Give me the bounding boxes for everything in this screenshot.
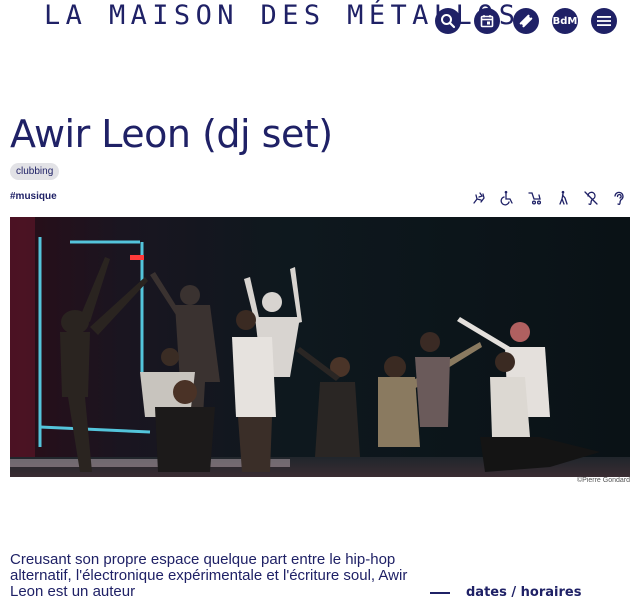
menu-icon [597,16,611,26]
category-tag[interactable]: clubbing [10,163,60,180]
event-title: Awir Leon (dj set) [10,112,333,156]
bdm-button[interactable]: BdM [552,8,578,34]
calendar-icon [480,15,494,28]
event-photo [10,217,630,477]
ear-icon [610,190,628,206]
header-nav: BdM [435,8,617,34]
bdm-icon: BdM [552,15,578,27]
ticket-icon [519,14,533,28]
hashtag-link[interactable]: #musique [10,191,57,202]
accessibility-icons [470,190,628,206]
menu-button[interactable] [591,8,617,34]
stroller-icon [526,190,544,206]
search-button[interactable] [435,8,461,34]
walking-cane-icon [554,190,572,206]
sign-language-icon [470,190,488,206]
dash-icon [430,591,450,594]
search-icon [441,14,456,29]
dates-toggle[interactable]: dates / horaires [430,585,581,600]
hearing-loop-icon [582,190,600,206]
calendar-button[interactable] [474,8,500,34]
photo-credit: ©Pierre Gondard [576,477,630,484]
dates-label: dates / horaires [466,585,582,600]
event-intro: Creusant son propre espace quelque part … [10,551,408,600]
wheelchair-icon [498,190,516,206]
ticket-button[interactable] [513,8,539,34]
